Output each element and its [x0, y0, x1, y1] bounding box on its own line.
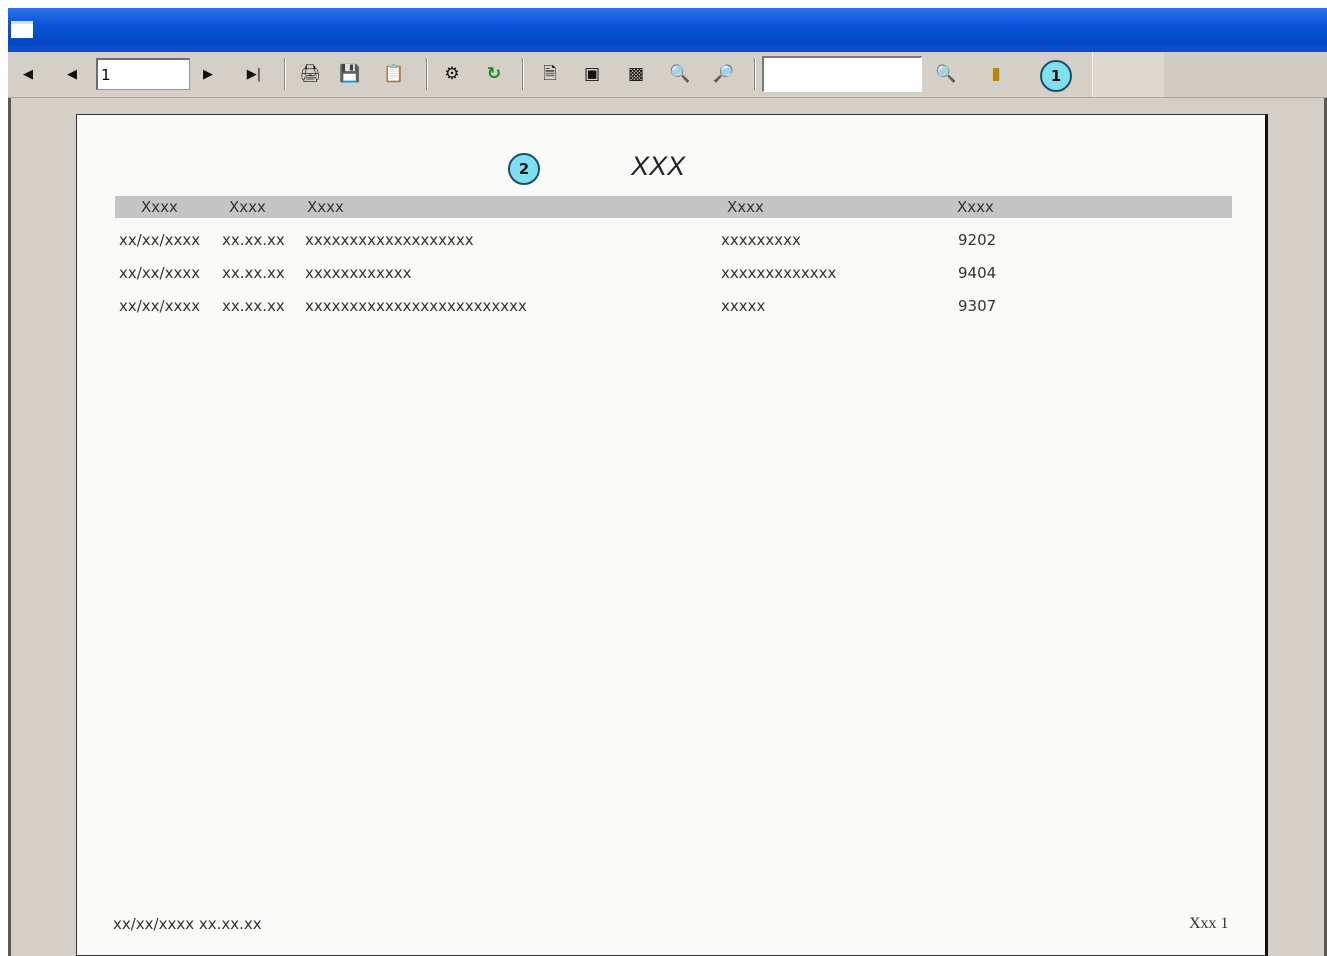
- report-title: XXX: [631, 151, 686, 181]
- code-cell: xxxxxxxxx: [721, 231, 801, 249]
- code-cell: xxxxx: [721, 297, 766, 315]
- column-header: Xxxx: [727, 198, 764, 216]
- callout-2-label: 2: [518, 160, 530, 178]
- number-cell: 9202: [958, 231, 997, 249]
- page-number-input[interactable]: [96, 58, 190, 90]
- last-page-icon[interactable]: ▶|: [240, 60, 268, 88]
- column-header: Xxxx: [141, 198, 178, 216]
- toolbar-filler: [1164, 52, 1327, 97]
- export-icon[interactable]: 📋: [380, 60, 408, 88]
- number-cell: 9404: [958, 264, 997, 282]
- report-viewer-area[interactable]: 2 XXX Xxxx Xxxx Xxxx Xxxx Xxxx xx/xx/xxx…: [8, 98, 1327, 956]
- table-row: xx/xx/xxxx xx.xx.xx xxxxxxxxxxxx xxxxxxx…: [77, 264, 1267, 290]
- close-icon[interactable]: ▮: [982, 60, 1010, 88]
- viewer-border: [8, 98, 11, 956]
- first-page-icon[interactable]: ◀︎: [14, 60, 42, 88]
- description-cell: xxxxxxxxxxxx: [305, 264, 412, 282]
- window-title-bar[interactable]: [8, 8, 1327, 52]
- two-page-icon[interactable]: ▩: [622, 60, 650, 88]
- zoom-in-icon[interactable]: 🔎: [710, 60, 738, 88]
- search-input[interactable]: [762, 56, 922, 92]
- whole-page-icon[interactable]: ▣: [578, 60, 606, 88]
- footer-page-number: Xxx 1: [1189, 915, 1229, 932]
- description-cell: xxxxxxxxxxxxxxxxxxxxxxxxx: [305, 297, 527, 315]
- column-header: Xxxx: [307, 198, 344, 216]
- next-page-icon[interactable]: ▶: [194, 60, 222, 88]
- column-header: Xxxx: [229, 198, 266, 216]
- time-cell: xx.xx.xx: [222, 297, 285, 315]
- page-width-icon[interactable]: 🗎: [536, 60, 564, 88]
- toolbar-separator: [522, 58, 524, 90]
- toolbar-separator: [754, 58, 756, 90]
- previous-page-icon[interactable]: ◀: [58, 60, 86, 88]
- report-toolbar: ◀︎ ◀ ▶ ▶| 🖨 💾 📋 ⚙ ↻ 🗎 ▣ ▩ 🔍 🔎 🔍 ▮ 1: [8, 52, 1327, 98]
- table-row: xx/xx/xxxx xx.xx.xx xxxxxxxxxxxxxxxxxxx …: [77, 231, 1267, 257]
- search-icon[interactable]: 🔍: [932, 60, 960, 88]
- number-cell: 9307: [958, 297, 997, 315]
- footer-timestamp: xx/xx/xxxx xx.xx.xx: [113, 915, 262, 933]
- window-icon: [11, 21, 33, 38]
- table-header: Xxxx Xxxx Xxxx Xxxx Xxxx: [115, 196, 1232, 218]
- refresh-icon[interactable]: ↻: [480, 60, 508, 88]
- group-tree-icon[interactable]: ⚙: [438, 60, 466, 88]
- callout-2: 2: [508, 153, 540, 185]
- toolbar-filler: [1092, 52, 1165, 97]
- time-cell: xx.xx.xx: [222, 264, 285, 282]
- save-icon[interactable]: 💾: [336, 60, 364, 88]
- column-header: Xxxx: [957, 198, 994, 216]
- zoom-out-icon[interactable]: 🔍: [666, 60, 694, 88]
- date-cell: xx/xx/xxxx: [119, 297, 201, 315]
- code-cell: xxxxxxxxxxxxx: [721, 264, 837, 282]
- toolbar-separator: [284, 58, 286, 90]
- callout-1-label: 1: [1050, 67, 1062, 85]
- description-cell: xxxxxxxxxxxxxxxxxxx: [305, 231, 474, 249]
- time-cell: xx.xx.xx: [222, 231, 285, 249]
- callout-1: 1: [1040, 60, 1072, 92]
- report-page[interactable]: 2 XXX Xxxx Xxxx Xxxx Xxxx Xxxx xx/xx/xxx…: [76, 114, 1268, 956]
- date-cell: xx/xx/xxxx: [119, 231, 201, 249]
- table-row: xx/xx/xxxx xx.xx.xx xxxxxxxxxxxxxxxxxxxx…: [77, 297, 1267, 323]
- print-icon[interactable]: 🖨: [296, 60, 324, 88]
- date-cell: xx/xx/xxxx: [119, 264, 201, 282]
- toolbar-separator: [426, 58, 428, 90]
